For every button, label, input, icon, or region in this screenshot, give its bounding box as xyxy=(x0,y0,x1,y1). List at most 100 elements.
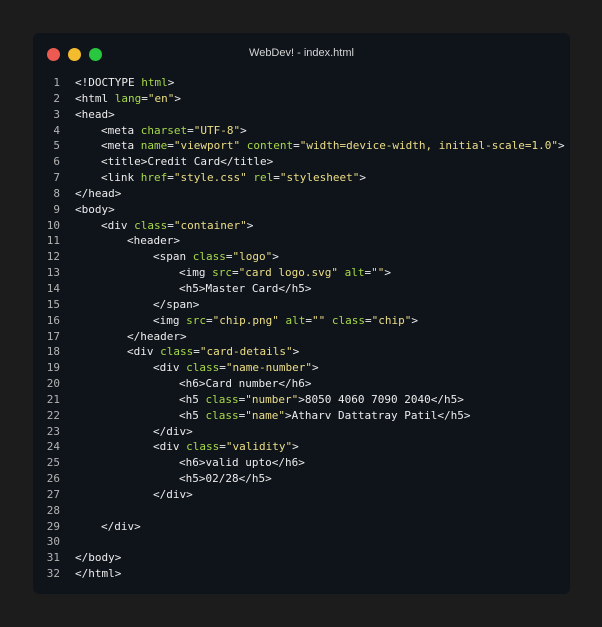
code-line[interactable]: 28 xyxy=(33,503,570,519)
code-token: > xyxy=(174,91,181,105)
code-token: <h6> xyxy=(179,456,206,470)
line-number: 16 xyxy=(46,313,60,327)
code-token: <link xyxy=(101,171,141,185)
code-token: <h5 xyxy=(179,392,206,406)
code-token: <title> xyxy=(101,155,148,169)
code-token: class xyxy=(331,313,365,327)
code-token: <span xyxy=(153,250,193,264)
code-token: </div> xyxy=(101,519,141,533)
code-line[interactable]: 11 <header> xyxy=(33,233,570,249)
code-token: <img xyxy=(179,266,213,280)
code-token: class xyxy=(186,440,220,454)
line-code: </div> xyxy=(153,487,193,503)
code-token: </span> xyxy=(153,297,200,311)
code-token: "container" xyxy=(173,218,247,232)
code-token: "width=device-width, initial-scale=1.0" xyxy=(299,139,558,153)
code-token: = xyxy=(167,171,174,185)
code-token: "" xyxy=(311,313,326,327)
code-token: </h6> xyxy=(271,456,305,470)
code-token: <h5 xyxy=(179,408,206,422)
line-number: 32 xyxy=(46,567,60,581)
code-token: = xyxy=(273,171,280,185)
line-number: 28 xyxy=(46,503,60,517)
code-line[interactable]: 1 <!DOCTYPE html> xyxy=(33,75,570,91)
code-line[interactable]: 14 <h5>Master Card</h5> xyxy=(33,281,570,297)
line-number: 10 xyxy=(46,218,60,232)
code-token: <div xyxy=(101,218,135,232)
code-token: = xyxy=(225,250,233,264)
code-line[interactable]: 17 </header> xyxy=(33,329,570,345)
line-code: <head> xyxy=(75,107,115,123)
line-code: </html> xyxy=(75,566,121,582)
code-token: class xyxy=(192,250,226,264)
code-line[interactable]: 20 <h6>Card number</h6> xyxy=(33,376,570,392)
line-code: <div class="card-details"> xyxy=(127,344,299,360)
code-line[interactable]: 2 <html lang="en"> xyxy=(33,91,570,107)
line-number: 2 xyxy=(53,91,60,105)
code-token: <body> xyxy=(75,202,115,216)
code-line[interactable]: 13 <img src="card logo.svg" alt=""> xyxy=(33,265,570,281)
code-line[interactable]: 26 <h5>02/28</h5> xyxy=(33,471,570,487)
code-line[interactable]: 6 <title>Credit Card</title> xyxy=(33,154,570,170)
code-line[interactable]: 21 <h5 class="number">8050 4060 7090 2040… xyxy=(33,392,570,408)
code-token: = xyxy=(219,361,226,375)
line-number: 14 xyxy=(46,281,60,295)
code-token: > xyxy=(167,76,175,89)
line-code: </header> xyxy=(127,329,187,345)
code-line[interactable]: 19 <div class="name-number"> xyxy=(33,360,570,376)
line-number: 31 xyxy=(46,551,60,565)
code-token: > xyxy=(246,218,254,232)
code-line[interactable]: 10 <div class="container"> xyxy=(33,218,570,234)
code-token: > xyxy=(240,123,247,137)
code-line[interactable]: 12 <span class="logo"> xyxy=(33,249,570,265)
code-line[interactable]: 25 <h6>valid upto</h6> xyxy=(33,455,570,471)
code-line[interactable]: 31 </body> xyxy=(33,550,570,566)
code-line[interactable]: 23 </div> xyxy=(33,424,570,440)
code-token: > xyxy=(292,345,300,359)
code-token: > xyxy=(298,392,305,406)
line-number: 11 xyxy=(46,234,60,248)
code-line[interactable]: 16 <img src="chip.png" alt="" class="chip… xyxy=(33,313,570,329)
code-token: </div> xyxy=(153,487,193,501)
code-line[interactable]: 30 xyxy=(33,534,570,550)
code-editor[interactable]: 1 <!DOCTYPE html> 2 <html lang="en"> 3 <head>… xyxy=(33,75,570,582)
code-line[interactable]: 4 <meta charset="UTF-8"> xyxy=(33,123,570,139)
line-code: </div> xyxy=(153,424,193,440)
code-token: > xyxy=(359,171,366,185)
code-token: "style.css" xyxy=(173,171,247,185)
code-token: lang xyxy=(114,91,142,105)
line-number: 25 xyxy=(46,456,60,470)
code-token: "UTF-8" xyxy=(193,123,241,137)
code-line[interactable]: 32 </html> xyxy=(33,566,570,582)
code-token: <div xyxy=(153,440,187,454)
code-line[interactable]: 29 </div> xyxy=(33,519,570,535)
code-token: > xyxy=(384,266,391,280)
code-token: </head> xyxy=(75,186,122,200)
code-line[interactable]: 3 <head> xyxy=(33,107,570,123)
code-token: </title> xyxy=(220,155,274,169)
code-token: "stylesheet" xyxy=(279,171,360,185)
line-number: 23 xyxy=(46,424,60,438)
code-line[interactable]: 15 </span> xyxy=(33,297,570,313)
code-token: </h5> xyxy=(238,472,272,486)
code-line[interactable]: 27 </div> xyxy=(33,487,570,503)
code-line[interactable]: 9 <body> xyxy=(33,202,570,218)
code-line[interactable]: 7 <link href="style.css" rel="stylesheet"… xyxy=(33,170,570,186)
code-line[interactable]: 5 <meta name="viewport" content="width=de… xyxy=(33,138,570,154)
code-line[interactable]: 18 <div class="card-details"> xyxy=(33,344,570,360)
code-token: <!DOCTYPE xyxy=(75,76,142,89)
code-token: <header> xyxy=(127,234,180,248)
line-number: 4 xyxy=(53,123,60,137)
code-token: > xyxy=(285,408,292,422)
code-line[interactable]: 8 </head> xyxy=(33,186,570,202)
code-token: src xyxy=(186,313,206,327)
code-line[interactable]: 22 <h5 class="name">Atharv Dattatray Pati… xyxy=(33,408,570,424)
code-token: "logo" xyxy=(232,250,273,264)
line-number: 7 xyxy=(53,171,60,185)
code-line[interactable]: 24 <div class="validity"> xyxy=(33,439,570,455)
code-token: </h5> xyxy=(430,392,464,406)
line-number: 3 xyxy=(53,107,60,121)
line-code: </div> xyxy=(101,519,141,535)
